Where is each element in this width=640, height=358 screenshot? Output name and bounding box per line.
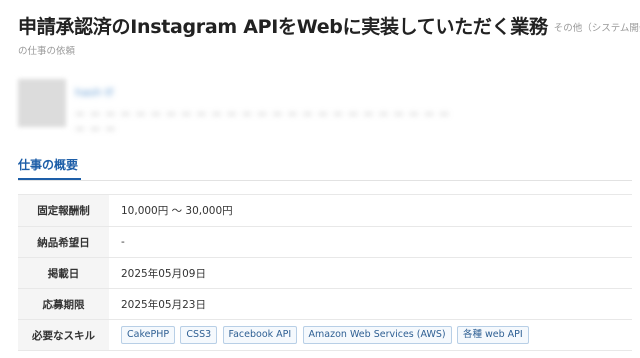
table-row: 掲載日 2025年05月09日 — [18, 257, 632, 289]
job-header: 申請承認済のInstagram APIをWebに実装していただく業務 その他（シス… — [18, 14, 640, 42]
row-value-fixed-pay: 10,000円 ～ 30,000円 — [121, 205, 233, 217]
row-label-deadline: 応募期限 — [18, 288, 109, 320]
row-label-posted-date: 掲載日 — [18, 257, 109, 289]
row-value-deadline: 2025年05月23日 — [121, 298, 206, 311]
skill-tag-facebook-api[interactable]: Facebook API — [222, 326, 298, 344]
row-value-posted-date: 2025年05月09日 — [121, 267, 206, 280]
skill-tag-web-api[interactable]: 各種 web API — [456, 326, 529, 344]
row-label-skills: 必要なスキル — [18, 319, 109, 351]
row-label-delivery-date: 納品希望日 — [18, 226, 109, 258]
job-title: 申請承認済のInstagram APIをWebに実装していただく業務 — [18, 16, 548, 38]
table-row: 応募期限 2025年05月23日 — [18, 288, 632, 320]
table-row: 必要なスキル CakePHP CSS3 Facebook API Amazon … — [18, 319, 632, 351]
table-row: 固定報酬制 10,000円 ～ 30,000円 — [18, 194, 632, 227]
skill-tag-css3[interactable]: CSS3 — [180, 326, 218, 344]
row-label-fixed-pay: 固定報酬制 — [18, 194, 109, 227]
tab-divider — [18, 180, 632, 181]
skill-tag-cakephp[interactable]: CakePHP — [121, 326, 176, 344]
skill-tag-aws[interactable]: Amazon Web Services (AWS) — [302, 326, 452, 344]
job-category-suffix: の仕事の依頼 — [18, 46, 76, 57]
table-row: 納品希望日 - — [18, 226, 632, 258]
skills-list: CakePHP CSS3 Facebook API Amazon Web Ser… — [109, 320, 632, 351]
job-details-table: 固定報酬制 10,000円 ～ 30,000円 納品希望日 - 掲載日 2025… — [18, 194, 632, 351]
client-info: hash tf ー ー ー ー ー ー ー ー ー ー ー ー ー ー ー ー … — [18, 79, 458, 136]
client-name-link[interactable]: hash tf — [75, 86, 113, 99]
job-category-link[interactable]: その他（システム開発） — [554, 23, 640, 34]
client-meta: ー ー ー ー ー ー ー ー ー ー ー ー ー ー ー ー ー ー ー ー … — [75, 110, 451, 136]
avatar[interactable] — [18, 79, 66, 127]
tab-job-overview[interactable]: 仕事の概要 — [18, 156, 78, 173]
row-value-delivery-date: - — [121, 236, 125, 248]
